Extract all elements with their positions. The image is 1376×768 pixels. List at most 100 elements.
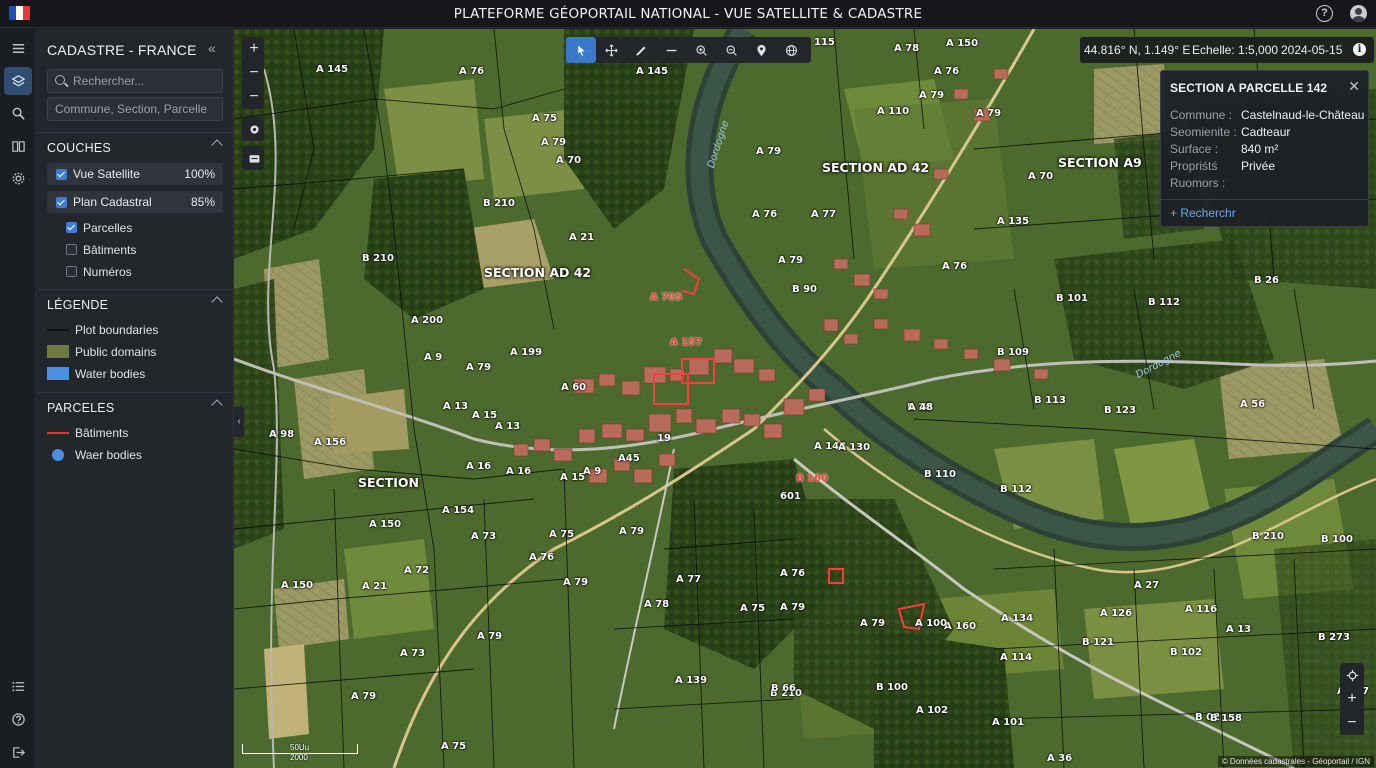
zoom-in-icon[interactable] <box>686 37 716 63</box>
plot-label: A 21 <box>569 232 595 243</box>
help-circle-icon[interactable] <box>4 705 32 733</box>
gear-icon[interactable] <box>242 117 266 141</box>
popup-divider <box>1161 199 1368 200</box>
plot-label: A 116 <box>1185 604 1218 615</box>
plot-label: A 75 <box>441 741 467 752</box>
legend-section-header[interactable]: LÉGENDE <box>37 289 233 317</box>
search-icon[interactable] <box>4 99 32 127</box>
info-icon[interactable]: i <box>1353 43 1366 56</box>
measure-line-icon[interactable] <box>656 37 686 63</box>
collapse-panel-icon[interactable]: « <box>208 40 224 56</box>
zoom-out-button-right[interactable]: − <box>1340 711 1364 735</box>
popup-value: 840 m² <box>1241 142 1279 156</box>
panel-title: CADASTRE - FRANCE <box>47 42 197 58</box>
search-link[interactable]: + Recherchr <box>1170 206 1236 220</box>
map-right-controls: + − <box>1340 663 1364 735</box>
list-icon[interactable] <box>4 672 32 700</box>
plot-label: A 76 <box>459 66 485 77</box>
popup-value: Cadteaur <box>1241 125 1291 139</box>
map-toolbar <box>566 37 811 63</box>
plot-label: 19 <box>657 433 671 444</box>
plot-label: B 273 <box>1318 632 1350 643</box>
plot-label: A 79 <box>976 108 1002 119</box>
plot-label: A 16 <box>466 461 492 472</box>
popup-value: Castelnaud-le-Château <box>1241 108 1365 122</box>
zoom-in-button-right[interactable]: + <box>1340 687 1364 711</box>
search-placeholder: Rechercher... <box>73 74 145 88</box>
plot-label: A 101 <box>992 717 1025 728</box>
plot-label: A 13 <box>443 401 469 412</box>
plot-label: B 100 <box>1321 534 1353 545</box>
layer-cadastral[interactable]: Plan Cadastral 85% <box>47 191 223 213</box>
layers-stack-icon[interactable] <box>242 146 266 170</box>
parcel-info-popup: SECTION A PARCELLE 142 ✕ Commune : Caste… <box>1160 70 1369 227</box>
logout-icon[interactable] <box>4 738 32 766</box>
commune-placeholder: Commune, Section, Parcelle <box>55 102 208 116</box>
plot-label: 601 <box>780 491 801 502</box>
plot-label: B 121 <box>1082 637 1114 648</box>
location-pin-icon[interactable] <box>746 37 776 63</box>
parcels-section-header[interactable]: PARCELES <box>37 392 233 420</box>
plot-label: A 150 <box>369 519 402 530</box>
plot-label: B 101 <box>1056 293 1088 304</box>
plot-label: A 79 <box>477 631 503 642</box>
plot-label: 115 <box>814 37 835 48</box>
plot-label: A 102 <box>916 705 949 716</box>
layers-icon[interactable] <box>4 67 32 95</box>
draw-pencil-icon[interactable] <box>626 37 656 63</box>
menu-icon[interactable] <box>4 34 32 62</box>
plot-label: A 100 <box>915 618 948 629</box>
zoom-in-button[interactable]: + <box>242 37 266 61</box>
checkbox-cadastral[interactable] <box>56 197 67 208</box>
building-label: A 157 <box>670 337 703 348</box>
plot-label: A 160 <box>944 621 977 632</box>
zoom-out-button-2[interactable]: − <box>242 85 266 109</box>
plot-label: A 135 <box>997 216 1030 227</box>
checkbox-batiments[interactable] <box>66 244 77 255</box>
book-icon[interactable] <box>4 132 32 160</box>
map-left-controls: + − − <box>242 37 264 109</box>
section-label: SECTION AD 42 <box>822 160 930 175</box>
panel-toggle-icon[interactable]: ‹ <box>234 407 244 437</box>
plot-label: A 200 <box>411 315 444 326</box>
scale-readout: Echelle: 1:5,000 <box>1192 43 1279 57</box>
recenter-icon[interactable] <box>1340 663 1364 687</box>
checkbox-satellite[interactable] <box>56 169 67 180</box>
zoom-out-icon[interactable] <box>716 37 746 63</box>
sublayer-label: Numéros <box>83 265 132 279</box>
help-icon[interactable]: ? <box>1316 5 1333 22</box>
legend-fill-swatch <box>47 367 69 380</box>
search-input[interactable]: Rechercher... <box>47 69 223 93</box>
scale-bar-label: 50Uu <box>290 743 310 752</box>
pan-move-icon[interactable] <box>596 37 626 63</box>
plot-label: A 70 <box>1028 171 1054 182</box>
plot-label: A 48 <box>908 402 934 413</box>
settings-icon[interactable] <box>4 164 32 192</box>
settings-control <box>242 117 264 141</box>
plot-label: A 145 <box>316 64 349 75</box>
plot-label: A 130 <box>838 442 871 453</box>
commune-input[interactable]: Commune, Section, Parcelle <box>47 97 223 121</box>
user-avatar-icon[interactable] <box>1350 5 1367 22</box>
map-canvas[interactable]: SECTION AD 42 SECTION AD 42 SECTION A9 S… <box>234 29 1376 768</box>
close-icon[interactable]: ✕ <box>1348 78 1360 95</box>
layer-label: Plan Cadastral <box>73 195 152 209</box>
plot-label: B 113 <box>1034 395 1066 406</box>
layers-control <box>242 146 264 170</box>
popup-key: Commune : <box>1170 108 1233 122</box>
zoom-out-button[interactable]: − <box>242 61 266 85</box>
plot-label: A 75 <box>549 529 575 540</box>
select-cursor-icon[interactable] <box>566 37 596 63</box>
checkbox-parcelles[interactable] <box>66 222 77 233</box>
plot-label: A 75 <box>532 113 558 124</box>
checkbox-numeros[interactable] <box>66 266 77 277</box>
plot-label: A 15 <box>560 472 586 483</box>
layer-satellite[interactable]: Vue Satellite 100% <box>47 163 223 185</box>
layers-section-header[interactable]: COUCHES <box>37 132 233 160</box>
popup-key: Seomienite : <box>1170 125 1237 139</box>
globe-icon[interactable] <box>776 37 806 63</box>
plot-label: A 79 <box>563 577 589 588</box>
plot-label: A 9 <box>424 352 443 363</box>
plot-label: A 76 <box>529 552 555 563</box>
plot-label: B 26 <box>1254 275 1280 286</box>
